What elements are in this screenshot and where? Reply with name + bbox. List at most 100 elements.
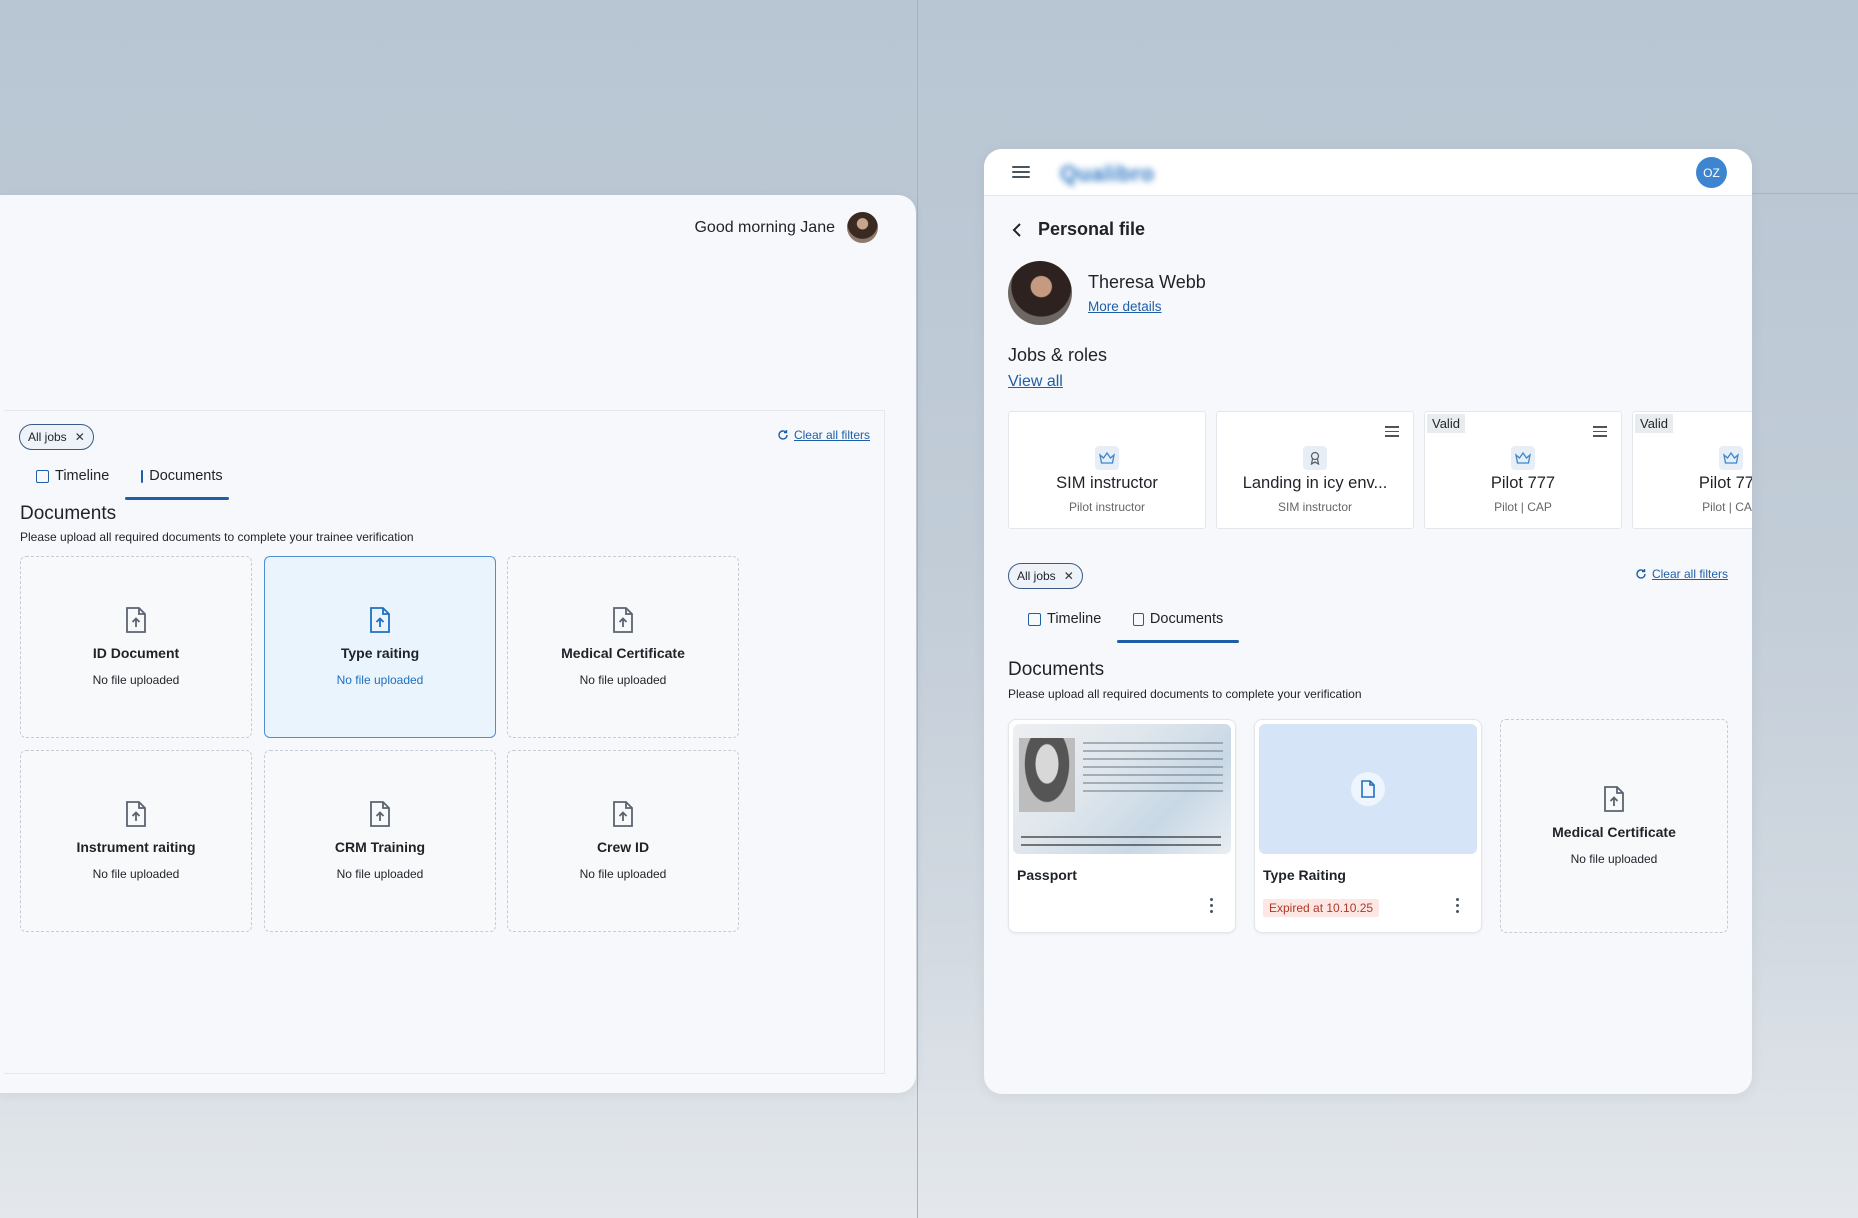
role-card[interactable]: SIM instructor Pilot instructor [1008, 411, 1206, 529]
role-card[interactable]: Valid Pilot 777 Pilot | CAP [1424, 411, 1622, 529]
section-subtitle: Please upload all required documents to … [1008, 687, 1362, 701]
card-status: No file uploaded [1570, 852, 1658, 866]
tab-timeline[interactable]: Timeline [24, 456, 125, 496]
more-vertical-icon[interactable] [1210, 898, 1213, 916]
document-icon [1133, 612, 1144, 626]
passport-image [1013, 724, 1231, 854]
award-icon [1303, 446, 1327, 470]
card-status: No file uploaded [579, 673, 667, 687]
personal-file-panel: Qualibro OZ Personal file Theresa Webb M… [984, 149, 1752, 1094]
section-subtitle: Please upload all required documents to … [20, 530, 414, 544]
clear-filters-link[interactable]: Clear all filters [1635, 567, 1728, 581]
view-all-link[interactable]: View all [1008, 373, 1063, 391]
list-icon[interactable] [1385, 426, 1399, 440]
tab-documents[interactable]: Documents [125, 456, 230, 500]
brand-logo: Qualibro [1060, 161, 1155, 186]
jobs-heading: Jobs & roles [1008, 345, 1108, 365]
filter-chip-all-jobs[interactable]: All jobs ✕ [1008, 563, 1083, 589]
card-title: CRM Training [334, 839, 426, 855]
role-title: SIM instructor [1056, 474, 1158, 492]
card-title: Type raiting [340, 645, 420, 661]
upload-card-crew-id[interactable]: Crew ID No file uploaded [507, 750, 739, 932]
avatar[interactable] [847, 212, 878, 243]
role-subtitle: SIM instructor [1277, 500, 1352, 514]
card-status: No file uploaded [92, 867, 180, 881]
more-details-link[interactable]: More details [1088, 299, 1162, 314]
card-title: Type Raiting [1263, 867, 1346, 883]
file-upload-icon [370, 607, 390, 633]
card-title: Crew ID [596, 839, 650, 855]
card-status: No file uploaded [336, 867, 424, 881]
chip-label: All jobs [1017, 569, 1056, 583]
tab-bar: Timeline Documents [24, 456, 230, 500]
status-badge: Valid [1427, 414, 1465, 433]
tab-label: Timeline [55, 468, 110, 484]
role-subtitle: Pilot instructor [1068, 500, 1146, 514]
refresh-icon [778, 430, 788, 440]
card-title: Passport [1017, 867, 1077, 883]
top-bar: Qualibro OZ [984, 149, 1752, 196]
upload-card-type-raiting[interactable]: Type raiting No file uploaded [264, 556, 496, 738]
calendar-icon [1028, 612, 1041, 626]
card-title: Medical Certificate [561, 645, 685, 661]
file-upload-icon [126, 801, 146, 827]
tab-documents[interactable]: Documents [1117, 599, 1240, 643]
document-thumbnail [1259, 724, 1477, 854]
menu-icon[interactable] [1012, 166, 1030, 178]
greeting: Good morning Jane [694, 212, 878, 243]
file-upload-icon [370, 801, 390, 827]
section-heading: Documents [1008, 659, 1105, 680]
background-divider [917, 0, 918, 1218]
role-title: Landing in icy env... [1242, 474, 1388, 492]
trainee-dashboard-panel: Good morning Jane All jobs ✕ Clear all f… [0, 195, 916, 1093]
documents-section: All jobs ✕ Clear all filters Timeline Do… [4, 410, 885, 1074]
close-icon[interactable]: ✕ [75, 430, 85, 444]
role-card[interactable]: Landing in icy env... SIM instructor [1216, 411, 1414, 529]
status-badge: Valid [1635, 414, 1673, 433]
file-upload-icon [613, 801, 633, 827]
document-icon [1351, 772, 1385, 806]
role-card[interactable]: Valid Pilot 777 Pilot | CAP [1632, 411, 1752, 529]
tab-label: Documents [1149, 611, 1224, 627]
upload-card-medical-certificate[interactable]: Medical Certificate No file uploaded [1500, 719, 1728, 933]
chevron-left-icon[interactable] [1012, 222, 1022, 237]
chip-label: All jobs [28, 430, 67, 444]
crown-icon [1511, 446, 1535, 470]
card-status: No file uploaded [336, 673, 424, 687]
clear-filters-link[interactable]: Clear all filters [777, 428, 870, 442]
page-title: Personal file [1038, 219, 1146, 239]
file-upload-icon [126, 607, 146, 633]
list-icon[interactable] [1593, 426, 1607, 440]
tab-label: Timeline [1047, 611, 1102, 627]
document-card-type-raiting[interactable]: Type Raiting Expired at 10.10.25 [1254, 719, 1482, 933]
calendar-icon [36, 469, 49, 483]
greeting-text: Good morning Jane [694, 218, 835, 236]
clear-filters-label: Clear all filters [1651, 567, 1728, 581]
expired-badge: Expired at 10.10.25 [1263, 899, 1380, 917]
card-status: No file uploaded [579, 867, 667, 881]
close-icon[interactable]: ✕ [1064, 569, 1074, 583]
role-title: Pilot 777 [1490, 474, 1556, 492]
tab-timeline[interactable]: Timeline [1012, 599, 1117, 639]
card-title: Instrument raiting [76, 839, 196, 855]
upload-card-id-document[interactable]: ID Document No file uploaded [20, 556, 252, 738]
profile-name: Theresa Webb [1088, 272, 1206, 292]
upload-card-instrument-raiting[interactable]: Instrument raiting No file uploaded [20, 750, 252, 932]
document-card-passport[interactable]: Passport [1008, 719, 1236, 933]
card-title: Medical Certificate [1552, 824, 1676, 840]
user-avatar[interactable]: OZ [1696, 157, 1727, 188]
clear-filters-label: Clear all filters [793, 428, 870, 442]
crown-icon [1095, 446, 1119, 470]
role-subtitle: Pilot | CAP [1494, 500, 1552, 514]
profile-avatar [1008, 261, 1072, 325]
section-heading: Documents [20, 503, 117, 524]
upload-card-crm-training[interactable]: CRM Training No file uploaded [264, 750, 496, 932]
tab-label: Documents [149, 468, 223, 484]
upload-card-medical-certificate[interactable]: Medical Certificate No file uploaded [507, 556, 739, 738]
more-vertical-icon[interactable] [1456, 898, 1459, 916]
tab-bar: Timeline Documents [1012, 599, 1240, 643]
refresh-icon [1636, 569, 1646, 579]
role-subtitle: Pilot | CAP [1702, 500, 1752, 514]
filter-chip-all-jobs[interactable]: All jobs ✕ [19, 424, 94, 450]
document-icon [141, 469, 144, 483]
